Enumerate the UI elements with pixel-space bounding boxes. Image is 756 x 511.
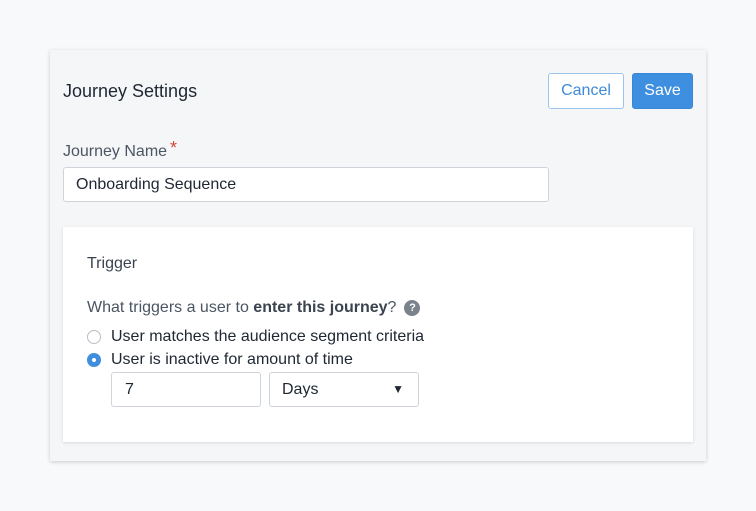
required-marker: *	[170, 138, 178, 158]
inactive-amount-input[interactable]: 7	[111, 372, 261, 407]
page-title: Journey Settings	[63, 81, 198, 101]
trigger-option-label: User matches the audience segment criter…	[111, 328, 425, 345]
journey-name-label: Journey Name *	[63, 138, 178, 162]
journey-name-label-text: Journey Name	[63, 143, 168, 160]
trigger-card: Trigger What triggers a user to enter th…	[63, 227, 693, 442]
trigger-option-label: User is inactive for amount of time	[111, 351, 353, 368]
time-unit-value: Days	[282, 381, 319, 398]
trigger-question: What triggers a user to enter this journ…	[87, 298, 421, 318]
radio-unselected-icon[interactable]	[87, 330, 101, 344]
journey-name-input[interactable]: Onboarding Sequence	[63, 167, 549, 202]
trigger-option-inactive[interactable]: User is inactive for amount of time	[87, 350, 353, 370]
cancel-button[interactable]: Cancel	[548, 73, 624, 109]
question-bold: enter this journey	[253, 299, 388, 316]
trigger-title: Trigger	[87, 255, 138, 272]
journey-settings-panel: Journey Settings Cancel Save Journey Nam…	[50, 50, 706, 461]
time-unit-select[interactable]: Days ▼	[269, 372, 419, 407]
save-button[interactable]: Save	[632, 73, 693, 109]
question-prefix: What triggers a user to	[87, 299, 254, 316]
question-suffix: ?	[387, 299, 397, 316]
trigger-option-segment[interactable]: User matches the audience segment criter…	[87, 327, 424, 347]
radio-selected-icon[interactable]	[87, 353, 101, 367]
help-icon[interactable]: ?	[404, 300, 421, 316]
dropdown-caret-icon: ▼	[392, 382, 404, 396]
